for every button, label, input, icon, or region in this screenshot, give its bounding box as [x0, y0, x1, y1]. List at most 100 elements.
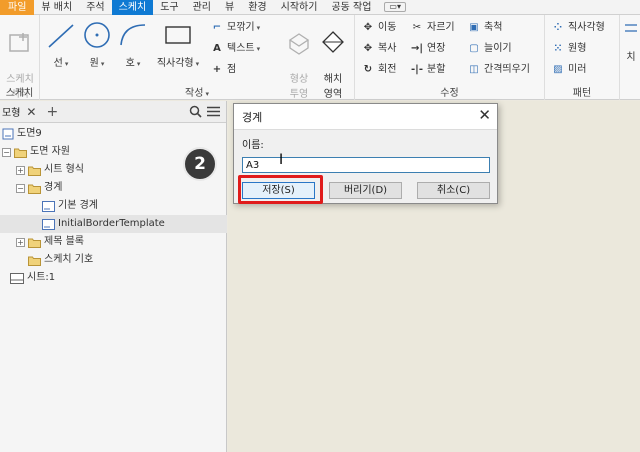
arc-icon [120, 24, 146, 46]
rect-pattern-icon: ⁘ [553, 22, 563, 33]
split-icon: -|- [411, 64, 423, 75]
scissors-icon: ✂ [412, 22, 422, 33]
line-icon [48, 24, 74, 48]
border-icon [42, 200, 55, 212]
tab-view[interactable]: 뷰 [218, 0, 241, 15]
add-tab-icon[interactable]: + [46, 104, 58, 120]
offset-icon: ◫ [469, 64, 479, 75]
rect-pattern-label: 직사각형 [568, 22, 605, 33]
discard-button[interactable]: 버리기(D) [329, 182, 402, 199]
collapse-icon[interactable]: − [2, 147, 11, 157]
rotate-button[interactable]: ↻ 회전 [361, 61, 397, 79]
split-button[interactable]: -|- 분할 [410, 61, 445, 79]
scale-button[interactable]: ▣ 축척 [467, 19, 502, 37]
extend-button[interactable]: →| 연장 [410, 40, 445, 58]
step-badge: 2 [183, 147, 217, 181]
scale-icon: ▣ [469, 22, 479, 33]
tree-item-sheet[interactable]: 시트:1 [10, 269, 55, 287]
move-icon: ✥ [363, 22, 373, 33]
text-label: 텍스트 [227, 43, 255, 54]
fillet-button[interactable]: ⌐ 모깎기 ▾ [210, 19, 260, 37]
modify-group-label: 수정 [440, 88, 459, 99]
overflow-icon [625, 24, 637, 32]
tab-collaborate[interactable]: 공동 작업 [324, 0, 378, 15]
mirror-button[interactable]: ▨ 미러 [551, 61, 586, 79]
tab-environments[interactable]: 환경 [241, 0, 273, 15]
rectangle-icon [165, 26, 191, 44]
tree-item-drawing-resources[interactable]: − 도면 자원 [2, 143, 70, 161]
close-icon[interactable]: ✕ [26, 105, 36, 119]
trim-button[interactable]: ✂ 자르기 [410, 19, 455, 37]
folder-icon [28, 184, 41, 194]
pattern-group: ⁘ 직사각형 ⁙ 원형 ▨ 미러 패턴 [545, 15, 620, 100]
tree-item-label: 도면9 [17, 128, 42, 139]
circular-pattern-icon: ⁙ [553, 43, 563, 54]
copy-icon: ✥ [363, 43, 373, 54]
line-label: 선 [53, 58, 63, 69]
collapse-icon[interactable]: − [16, 183, 25, 193]
overflow-button[interactable]: 치 [622, 19, 640, 63]
menu-tab-bar: 파일 뷰 배치 주석 스케치 도구 관리 뷰 환경 시작하기 공동 작업 ▭▾ [0, 0, 640, 15]
tree-item-drawing[interactable]: 도면9 [2, 125, 42, 143]
sketch-group: 스케치 시작 스케치 [0, 15, 40, 100]
tab-view-layout[interactable]: 뷰 배치 [34, 0, 79, 15]
tab-get-started[interactable]: 시작하기 [274, 0, 325, 15]
tree-item-label: 도면 자원 [30, 146, 70, 157]
tree-item-sheet-formats[interactable]: + 시트 형식 [16, 161, 84, 179]
circular-pattern-button[interactable]: ⁙ 원형 [551, 40, 587, 58]
dialog-title: 경계 [242, 111, 263, 124]
search-icon[interactable] [189, 105, 202, 118]
circle-button[interactable]: 원 ▾ [80, 19, 114, 69]
drawing-icon [2, 128, 14, 140]
rectangle-label: 직사각형 [156, 58, 194, 69]
stretch-button[interactable]: ▢ 늘이기 [467, 40, 511, 58]
rotate-icon: ↻ [363, 64, 373, 75]
tree-item-borders[interactable]: − 경계 [16, 179, 62, 197]
expand-icon[interactable]: + [16, 165, 25, 175]
tree-item-default-border[interactable]: 기본 경계 [42, 197, 98, 215]
create-group-label: 작성 ▾ [185, 88, 209, 99]
menu-icon[interactable] [207, 106, 220, 117]
tree-item-label: 시트:1 [27, 272, 56, 283]
tab-sketch[interactable]: 스케치 [111, 0, 154, 15]
ribbon: 스케치 시작 스케치 선 ▾ 원 ▾ 호 ▾ 직사각형 ▾ ⌐ 모깎기 ▾ A 텍스트 ▾ + 점… [0, 15, 640, 100]
sketch-group-label: 스케치 [5, 88, 34, 99]
rectangle-button[interactable]: 직사각형 ▾ [152, 19, 204, 69]
circle-label: 원 [89, 58, 99, 69]
close-icon[interactable]: ✕ [478, 106, 491, 124]
tab-manage[interactable]: 관리 [186, 0, 218, 15]
folder-icon [14, 148, 27, 158]
mirror-icon: ▨ [553, 64, 563, 75]
text-button[interactable]: A 텍스트 ▾ [210, 40, 260, 58]
save-highlight-frame [238, 175, 323, 204]
expand-icon[interactable]: + [16, 237, 25, 247]
rect-pattern-button[interactable]: ⁘ 직사각형 [551, 19, 605, 37]
offset-button[interactable]: ◫ 간격띄우기 [467, 61, 530, 79]
tree-item-title-blocks[interactable]: + 제목 블록 [16, 233, 84, 251]
tab-file[interactable]: 파일 [0, 0, 35, 15]
point-label: 점 [227, 64, 237, 75]
tree-item-label: InitialBorderTemplate [58, 218, 165, 229]
tree-item-label: 시트 형식 [44, 164, 84, 175]
move-button[interactable]: ✥ 이동 [361, 19, 397, 37]
tree-item-label: 스케치 기호 [44, 254, 94, 265]
tree-item-initial-border-template[interactable]: InitialBorderTemplate [0, 215, 227, 233]
tab-model-label: 모형 [2, 108, 21, 119]
tab-annotate[interactable]: 주석 [79, 0, 111, 15]
name-label: 이름: [242, 140, 264, 151]
point-button[interactable]: + 점 [210, 61, 236, 79]
copy-label: 복사 [378, 43, 397, 54]
cancel-button[interactable]: 취소(C) [417, 182, 490, 199]
circular-pattern-label: 원형 [568, 43, 587, 54]
tab-model[interactable]: 모형 ✕ [2, 104, 36, 120]
line-button[interactable]: 선 ▾ [44, 19, 78, 69]
tree-item-sketched-symbols[interactable]: 스케치 기호 [28, 251, 93, 269]
tab-tools[interactable]: 도구 [153, 0, 185, 15]
copy-button[interactable]: ✥ 복사 [361, 40, 397, 58]
panel-header: 모형 ✕ + [0, 101, 226, 123]
create-group: 선 ▾ 원 ▾ 호 ▾ 직사각형 ▾ ⌐ 모깎기 ▾ A 텍스트 ▾ + 점 형상 투영 해치 영… [40, 15, 355, 100]
fillet-label: 모깎기 [227, 22, 255, 33]
arc-button[interactable]: 호 ▾ [116, 19, 150, 69]
circle-icon [84, 22, 110, 48]
ribbon-options-button[interactable]: ▭▾ [384, 2, 406, 12]
